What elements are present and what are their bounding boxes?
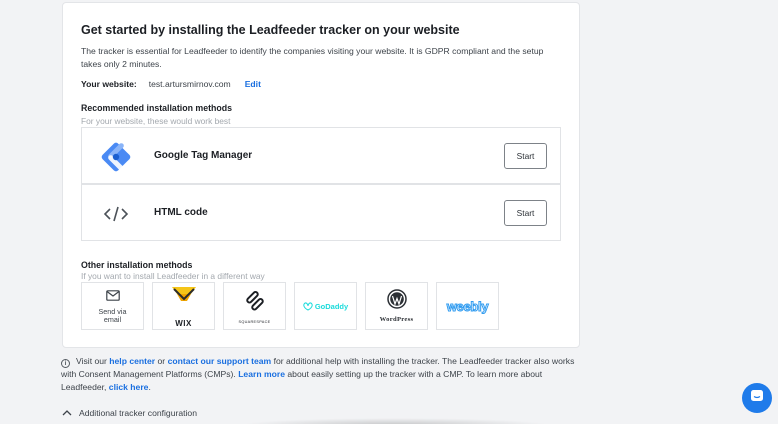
card-title: Get started by installing the Leadfeeder… — [81, 23, 460, 37]
godaddy-label: GoDaddy — [314, 301, 349, 311]
code-icon — [97, 195, 135, 233]
method-label: HTML code — [154, 207, 208, 218]
additional-config-label: Additional tracker configuration — [79, 408, 197, 418]
install-tracker-card: Get started by installing the Leadfeeder… — [62, 2, 580, 348]
tile-godaddy[interactable]: GoDaddy — [294, 282, 357, 330]
contact-support-link[interactable]: contact our support team — [168, 356, 272, 366]
wordpress-logo — [386, 289, 407, 314]
info-text-5: . — [148, 382, 151, 392]
website-label: Your website: — [81, 79, 137, 89]
start-gtm-button[interactable]: Start — [504, 143, 547, 169]
start-html-button[interactable]: Start — [504, 200, 547, 226]
google-tag-manager-icon — [97, 138, 135, 176]
tile-squarespace[interactable]: SQUARESPACE — [223, 282, 286, 330]
help-info: i Visit our help center or contact our su… — [61, 355, 586, 394]
edit-website-link[interactable]: Edit — [245, 79, 261, 89]
method-html-code[interactable]: HTML code Start — [81, 184, 561, 241]
chevron-up-icon — [62, 408, 72, 418]
info-text-1: Visit our — [76, 356, 110, 366]
email-tile-label: Send via email — [98, 306, 127, 324]
chat-icon — [750, 389, 764, 408]
email-icon — [105, 288, 120, 306]
other-title: Other installation methods — [81, 260, 193, 270]
godaddy-logo: GoDaddy — [303, 302, 348, 311]
info-text-2: or — [155, 356, 168, 366]
other-methods-tiles: Send via email WIX SQUARESPACE GoDaddy W… — [81, 282, 507, 330]
click-here-link[interactable]: click here — [109, 382, 149, 392]
wix-logo — [169, 284, 199, 319]
website-row: Your website: test.artursmirnov.com Edit — [81, 79, 261, 89]
other-subtitle: If you want to install Leadfeeder in a d… — [81, 271, 265, 281]
wordpress-label: WordPress — [379, 316, 414, 323]
weebly-logo: weebly — [446, 298, 489, 314]
website-value: test.artursmirnov.com — [148, 79, 231, 89]
chat-launcher-button[interactable] — [742, 383, 772, 413]
tile-wordpress[interactable]: WordPress — [365, 282, 428, 330]
additional-config-toggle[interactable]: Additional tracker configuration — [62, 408, 197, 418]
tile-wix[interactable]: WIX — [152, 282, 215, 330]
bottom-shadow — [240, 418, 550, 424]
tile-weebly[interactable]: weebly — [436, 282, 499, 330]
recommended-subtitle: For your website, these would work best — [81, 116, 231, 126]
method-google-tag-manager[interactable]: Google Tag Manager Start — [81, 127, 561, 184]
wix-label: WIX — [175, 319, 192, 328]
info-icon: i — [61, 359, 70, 368]
method-label: Google Tag Manager — [154, 150, 253, 161]
tile-send-via-email[interactable]: Send via email — [81, 282, 144, 330]
card-description: The tracker is essential for Leadfeeder … — [81, 46, 544, 69]
squarespace-label: SQUARESPACE — [238, 319, 271, 324]
learn-more-link[interactable]: Learn more — [238, 369, 285, 379]
help-center-link[interactable]: help center — [109, 356, 155, 366]
recommended-title: Recommended installation methods — [81, 103, 233, 113]
squarespace-logo — [243, 289, 267, 318]
